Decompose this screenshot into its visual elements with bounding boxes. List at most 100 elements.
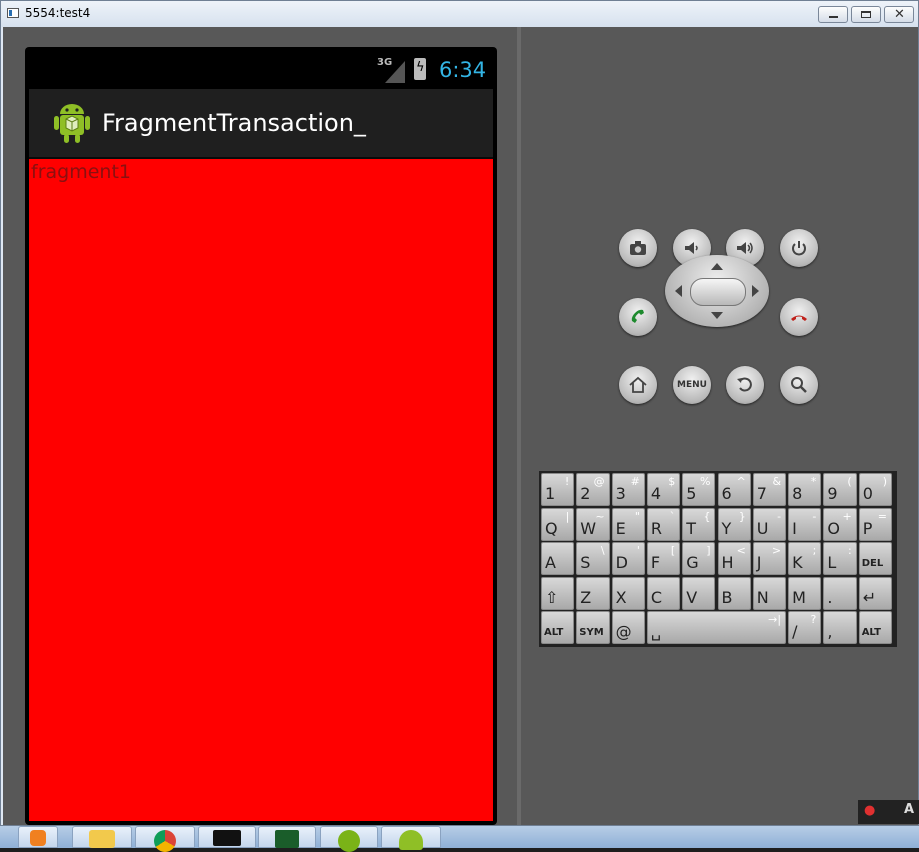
key-shift-label: *: [810, 475, 817, 488]
status-bar: 3G 6:34: [29, 51, 493, 89]
key-label: D: [615, 553, 628, 572]
key-4-0[interactable]: ALT: [541, 611, 575, 644]
call-button[interactable]: [619, 298, 657, 336]
key-2-2[interactable]: D ': [611, 542, 645, 575]
key-label: ALT: [861, 627, 881, 638]
system-tray[interactable]: ● A: [858, 800, 919, 824]
key-1-1[interactable]: W ~: [576, 507, 610, 541]
key-1-5[interactable]: Y}: [717, 507, 751, 541]
key-1-7[interactable]: I-: [788, 507, 822, 541]
key-2-7[interactable]: K;: [788, 542, 822, 575]
camera-button[interactable]: [619, 229, 657, 267]
key-2-4[interactable]: G]: [682, 542, 716, 575]
taskbar-media-player[interactable]: [18, 826, 58, 848]
minimize-button[interactable]: [818, 6, 848, 23]
search-button[interactable]: [780, 366, 818, 404]
key-label: W: [580, 518, 597, 538]
key-4-5[interactable]: ,: [823, 611, 857, 644]
key-0-1[interactable]: 2 @: [576, 473, 610, 506]
dpad-right-icon[interactable]: [752, 285, 759, 297]
key-3-8[interactable]: .: [823, 576, 857, 610]
ime-indicator[interactable]: A: [904, 802, 914, 817]
key-2-6[interactable]: J >: [752, 542, 787, 575]
key-0-2[interactable]: 3 #: [611, 473, 645, 506]
dpad-center-button[interactable]: [690, 278, 746, 306]
end-call-button[interactable]: [780, 298, 818, 336]
key-3-2[interactable]: X: [611, 576, 645, 610]
key-0-0[interactable]: 1!: [541, 473, 575, 506]
key-label: U: [756, 518, 769, 538]
home-icon: [629, 376, 647, 393]
key-0-6[interactable]: 7 &: [752, 473, 787, 506]
taskbar-command-prompt[interactable]: [198, 826, 256, 848]
signal-icon: [385, 61, 405, 83]
key-4-6[interactable]: ALT: [858, 611, 892, 644]
key-1-8[interactable]: O +: [823, 507, 857, 541]
key-label: ⇧: [545, 587, 559, 607]
taskbar-chrome[interactable]: [135, 826, 195, 852]
key-label: C: [650, 587, 663, 607]
power-button[interactable]: [780, 229, 818, 267]
menu-button[interactable]: MENU: [673, 366, 711, 404]
key-2-0[interactable]: A: [541, 542, 575, 575]
key-0-7[interactable]: 8 *: [788, 473, 822, 506]
key-1-3[interactable]: R `: [646, 507, 681, 541]
key-0-5[interactable]: 6 ^: [717, 473, 751, 506]
maximize-button[interactable]: [851, 6, 881, 23]
key-shift-label: &: [772, 475, 782, 488]
minimize-icon: [829, 16, 838, 18]
key-0-4[interactable]: 5%: [682, 473, 716, 506]
key-3-0[interactable]: ⇧: [541, 576, 575, 610]
key-0-3[interactable]: 4 $: [646, 473, 681, 506]
key-3-1[interactable]: Z: [576, 576, 610, 610]
key-4-3[interactable]: ␣ →|: [646, 611, 787, 644]
key-1-2[interactable]: E ": [611, 507, 645, 541]
dpad-down-icon[interactable]: [711, 312, 723, 319]
close-button[interactable]: ✕: [884, 6, 914, 23]
key-1-9[interactable]: P =: [858, 507, 892, 541]
key-2-1[interactable]: S \: [576, 542, 610, 575]
key-2-8[interactable]: L:: [823, 542, 857, 575]
android-robot-icon[interactable]: [51, 101, 93, 145]
key-label: P: [862, 518, 873, 538]
key-label: 3: [615, 484, 626, 503]
key-1-0[interactable]: Q |: [541, 507, 575, 541]
key-label: Q: [545, 518, 558, 538]
media-player-icon: [30, 830, 46, 846]
taskbar-code-editor[interactable]: [320, 826, 378, 852]
key-1-4[interactable]: T{: [682, 507, 716, 541]
key-4-1[interactable]: SYM: [576, 611, 610, 644]
key-shift-label: -: [812, 509, 817, 523]
key-0-9[interactable]: 0): [858, 473, 892, 506]
title-bar[interactable]: 5554:test4 ✕: [1, 1, 918, 27]
dpad-left-icon[interactable]: [675, 285, 682, 297]
home-button[interactable]: [619, 366, 657, 404]
notification-icon[interactable]: ●: [864, 803, 875, 818]
battery-charging-icon: [414, 58, 426, 80]
key-3-9[interactable]: ↵: [858, 576, 892, 610]
key-3-3[interactable]: C: [646, 576, 681, 610]
key-label: 5: [686, 484, 697, 503]
key-4-4[interactable]: /?: [788, 611, 822, 644]
chrome-icon: [154, 830, 176, 852]
dpad-up-icon[interactable]: [711, 263, 723, 270]
key-1-6[interactable]: U-: [752, 507, 787, 541]
key-3-5[interactable]: B: [717, 576, 751, 610]
key-2-5[interactable]: H <: [717, 542, 751, 575]
taskbar-task-manager[interactable]: [258, 826, 316, 848]
key-3-6[interactable]: N: [752, 576, 787, 610]
taskbar-file-explorer[interactable]: [72, 826, 132, 848]
key-2-9[interactable]: DEL: [858, 542, 892, 575]
key-shift-label: ]: [706, 544, 711, 557]
dpad[interactable]: [665, 255, 769, 327]
call-icon: [631, 309, 644, 323]
key-0-8[interactable]: 9(: [823, 473, 857, 506]
key-4-2[interactable]: @: [611, 611, 645, 644]
key-3-4[interactable]: V: [682, 576, 716, 610]
key-label: K: [792, 553, 803, 572]
key-3-7[interactable]: M: [788, 576, 822, 610]
taskbar-android[interactable]: [381, 826, 441, 850]
key-2-3[interactable]: F[: [646, 542, 681, 575]
key-shift-label: <: [736, 544, 746, 557]
back-button[interactable]: [726, 366, 764, 404]
